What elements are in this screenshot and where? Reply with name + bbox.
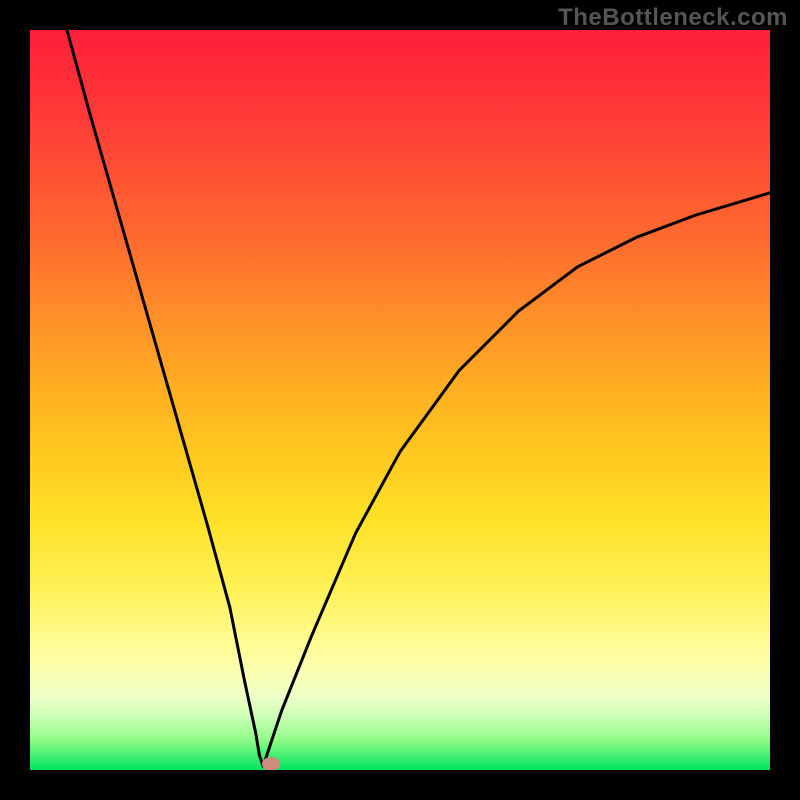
curve-layer bbox=[30, 30, 770, 770]
chart-frame: TheBottleneck.com bbox=[0, 0, 800, 800]
watermark-text: TheBottleneck.com bbox=[558, 4, 788, 32]
vertex-marker bbox=[262, 757, 280, 770]
bottleneck-curve bbox=[67, 30, 770, 766]
plot-area bbox=[30, 30, 770, 770]
